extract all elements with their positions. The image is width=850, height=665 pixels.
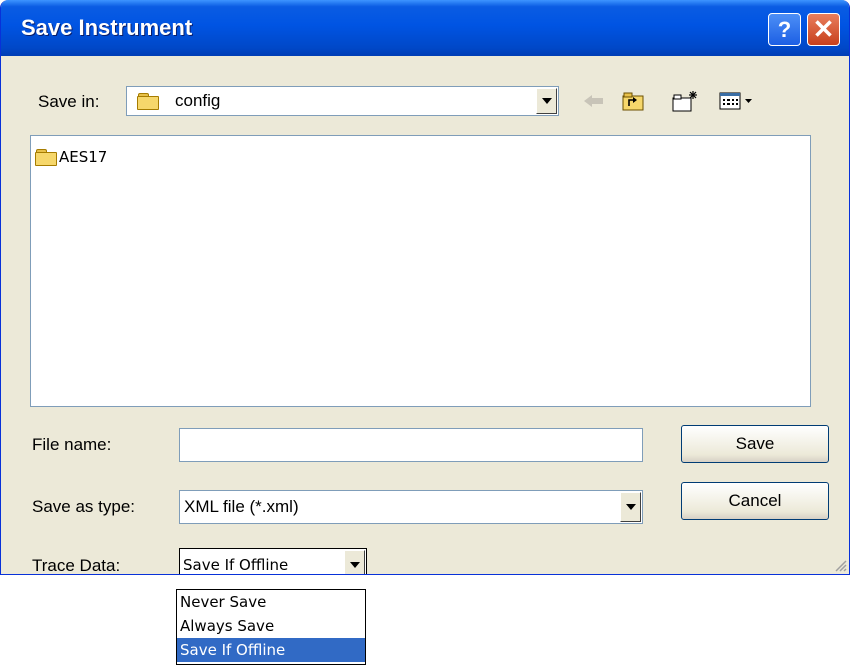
chevron-down-icon <box>625 504 636 510</box>
file-name-input[interactable] <box>179 428 643 462</box>
new-folder-button[interactable] <box>669 90 701 112</box>
view-menu-button[interactable] <box>717 90 761 112</box>
save-in-value: config <box>175 91 221 110</box>
trace-data-listbox[interactable]: Never Save Always Save Save If Offline <box>176 589 366 665</box>
folder-icon <box>137 93 159 110</box>
dialog-title: Save Instrument <box>21 15 193 40</box>
save-as-type-dropdown-button[interactable] <box>620 492 641 522</box>
trace-data-option-save-if-offline[interactable]: Save If Offline <box>177 638 365 662</box>
resize-grip-icon[interactable] <box>833 558 847 572</box>
trace-data-value: Save If Offline <box>183 556 289 574</box>
close-icon: ✕ <box>812 14 835 44</box>
save-as-type-combo[interactable]: XML file (*.xml) <box>179 490 643 524</box>
file-name-label: File name: <box>32 435 112 454</box>
save-as-type-label: Save as type: <box>32 497 136 516</box>
trace-data-option-always-save[interactable]: Always Save <box>177 614 365 638</box>
help-icon: ? <box>777 16 792 42</box>
save-button[interactable]: Save <box>681 425 829 463</box>
up-folder-icon <box>622 92 644 111</box>
save-in-label: Save in: <box>38 92 100 111</box>
view-menu-icon <box>719 92 752 110</box>
chevron-down-icon <box>349 562 360 568</box>
file-list[interactable]: AES17 <box>30 135 811 407</box>
up-folder-button[interactable] <box>619 90 647 112</box>
save-instrument-dialog: Save Instrument ? ✕ Save in: config AES1… <box>0 0 850 575</box>
folder-icon <box>35 149 57 166</box>
cancel-button[interactable]: Cancel <box>681 482 829 520</box>
help-button[interactable]: ? <box>768 13 801 46</box>
back-button[interactable] <box>581 90 607 112</box>
new-folder-icon <box>672 91 697 112</box>
list-item[interactable]: AES17 <box>35 148 107 166</box>
trace-data-dropdown-button[interactable] <box>344 550 365 574</box>
trace-data-combo[interactable]: Save If Offline <box>179 548 367 574</box>
list-item-label: AES17 <box>59 148 108 166</box>
back-arrow-icon <box>584 95 603 107</box>
trace-data-option-never-save[interactable]: Never Save <box>177 590 365 614</box>
chevron-down-icon <box>541 98 552 104</box>
close-button[interactable]: ✕ <box>807 13 840 46</box>
trace-data-label: Trace Data: <box>32 556 121 575</box>
save-as-type-value: XML file (*.xml) <box>184 497 299 516</box>
title-bar[interactable]: Save Instrument ? ✕ <box>1 0 849 56</box>
save-in-dropdown-button[interactable] <box>536 88 557 114</box>
save-in-combo[interactable]: config <box>126 86 559 116</box>
